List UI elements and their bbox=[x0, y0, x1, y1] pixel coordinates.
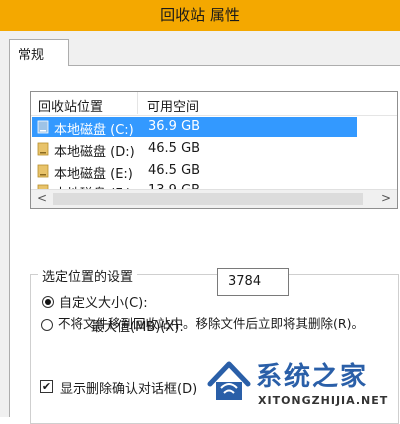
custom-size-radio[interactable] bbox=[42, 296, 54, 308]
list-row[interactable]: 本地磁盘 (D:) 46.5 GB bbox=[32, 139, 357, 160]
drive-name: 本地磁盘 (E:) bbox=[54, 167, 133, 182]
confirm-delete-checkbox[interactable]: ✔ bbox=[40, 380, 53, 393]
watermark-house-icon bbox=[207, 361, 251, 400]
scroll-left-icon[interactable]: < bbox=[37, 191, 47, 205]
window-title: 回收站 属性 bbox=[160, 6, 240, 24]
tab-general[interactable]: 常规 bbox=[9, 39, 69, 66]
drive-name: 本地磁盘 (D:) bbox=[54, 145, 135, 160]
custom-size-label[interactable]: 自定义大小(C): bbox=[59, 292, 148, 311]
list-row[interactable]: 本地磁盘 (C:) 36.9 GB bbox=[32, 117, 357, 138]
recycle-bin-location-list[interactable]: 回收站位置 可用空间 本地磁盘 (C:) 36.9 GB 本地磁盘 (D:) 4… bbox=[30, 91, 398, 209]
scrollbar-thumb[interactable] bbox=[53, 193, 363, 205]
hard-drive-icon bbox=[37, 142, 49, 156]
horizontal-scrollbar[interactable]: < > bbox=[31, 189, 397, 208]
max-size-value: 3784 bbox=[228, 274, 262, 289]
tab-label: 常规 bbox=[18, 48, 45, 63]
group-label: 选定位置的设置 bbox=[38, 266, 138, 285]
hard-drive-icon bbox=[37, 164, 49, 178]
list-header: 回收站位置 可用空间 bbox=[31, 92, 397, 116]
column-header-location[interactable]: 回收站位置 bbox=[38, 96, 103, 115]
list-row[interactable]: 本地磁盘 (E:) 46.5 GB bbox=[32, 161, 357, 182]
column-header-space[interactable]: 可用空间 bbox=[147, 96, 199, 115]
watermark-cn-text: 系统之家 bbox=[256, 362, 369, 392]
delete-immediately-label[interactable]: 不将文件移到回收站中。移除文件后立即将其删除(R)。 bbox=[58, 313, 364, 332]
max-size-input[interactable]: 3784 bbox=[217, 268, 289, 296]
column-separator[interactable] bbox=[137, 92, 138, 114]
title-bar: 回收站 属性 bbox=[0, 0, 400, 31]
watermark-en-text: XITONGZHIJIA.NET bbox=[258, 394, 389, 407]
drive-space: 36.9 GB bbox=[148, 119, 201, 134]
system-drive-icon bbox=[37, 120, 49, 134]
confirm-delete-label[interactable]: 显示删除确认对话框(D) bbox=[60, 378, 197, 397]
delete-immediately-radio[interactable] bbox=[41, 319, 53, 331]
drive-space: 46.5 GB bbox=[148, 141, 201, 156]
watermark-logo: 系统之家 XITONGZHIJIA.NET bbox=[198, 352, 400, 417]
scroll-right-icon[interactable]: > bbox=[381, 191, 391, 205]
drive-name: 本地磁盘 (C:) bbox=[54, 123, 134, 138]
drive-space: 46.5 GB bbox=[148, 163, 201, 178]
